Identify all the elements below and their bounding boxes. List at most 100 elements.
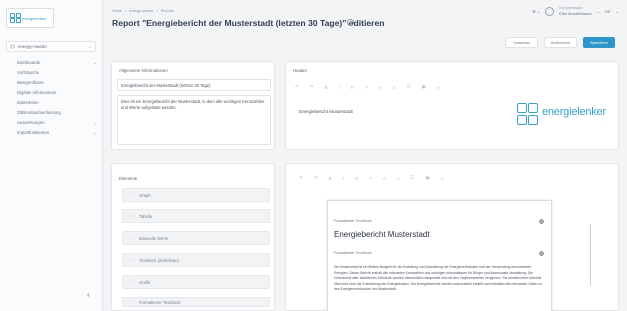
bold-icon[interactable]: B [325, 85, 328, 90]
card-title: Allgemeine Informationen [119, 68, 168, 73]
report-preview: Formatierter Textblock Energiebericht Mu… [327, 200, 552, 311]
preview-body-text[interactable]: Die Musterstadt ist ein fiktives Beispie… [334, 265, 542, 293]
element-label: Graph [139, 192, 151, 198]
user-name: Elke Musterfrauen [559, 11, 592, 16]
element-label: Textblock (Zeilenbau) [139, 257, 179, 263]
sidebar-item-label: Auswertungen [17, 120, 45, 125]
header-editor-card: Header ↶ ↷ B I H T A ≡ ☰ ▣ ∞ Energieberi… [285, 61, 619, 150]
language-selector[interactable]: DE [605, 9, 611, 14]
drag-handle-icon[interactable]: ⋮⋮ [128, 279, 137, 285]
general-info-card: Allgemeine Informationen Energiebericht … [111, 61, 275, 150]
element-label: Manuelle Werte [139, 235, 169, 241]
undo-icon[interactable]: ↶ [295, 84, 299, 90]
report-name-input[interactable]: Energiebericht der Musterstadt (letzten … [117, 79, 271, 91]
align-icon[interactable]: ≡ [397, 176, 400, 181]
sidebar-item-infomonitore[interactable]: Digitale Infomonitore [17, 88, 97, 97]
block-header: Formatierter Textblock [334, 217, 544, 225]
project-selector[interactable]: energy-master ⌄ [6, 41, 96, 52]
user-info: Energiemanager Elke Musterfrauen [559, 6, 591, 16]
sidebar-item-import[interactable]: Importfunktionen ⌄ [17, 128, 97, 137]
chevron-down-icon: ⌄ [596, 8, 601, 14]
sidebar-item-mengenfluesse[interactable]: Mengenflüsse [17, 78, 97, 87]
sidebar-item-label: Mengenflüsse [17, 80, 44, 85]
logo-text: energielenker [22, 15, 47, 21]
redo-icon[interactable]: ↷ [310, 84, 314, 90]
drag-handle-icon[interactable]: ⋮⋮ [128, 213, 137, 219]
user-menu[interactable]: ⚙ ⌄ Energiemanager Elke Musterfrauen ⌄ D… [532, 6, 619, 16]
element-label: Formatierter Textblock [139, 299, 181, 305]
logo-icon [10, 13, 21, 23]
element-textblock[interactable]: ⋮⋮ Textblock (Zeilenbau) [122, 253, 270, 267]
collapse-sidebar-icon[interactable]: ‹ [87, 290, 90, 299]
sidebar-item-label: Digitale Infomonitore [17, 90, 57, 95]
element-label: Grafik [139, 279, 151, 285]
content-editor-card: ↶ ↷ B I H T A ≡ ☰ ▣ ∞ Formatierter Textb… [285, 163, 619, 311]
remove-block-icon[interactable] [539, 218, 544, 224]
sidebar: energielenker energy-master ⌄ Dashboards… [0, 0, 103, 311]
scrollbar[interactable] [589, 224, 591, 286]
brand-name: energielenker [541, 106, 606, 118]
save-button[interactable]: Speichern [583, 37, 615, 48]
element-formatted-textblock[interactable]: ⋮⋮ Formatierter Textblock [122, 297, 270, 307]
color-icon[interactable]: A [383, 176, 386, 181]
element-table[interactable]: ⋮⋮ Tabelle [122, 209, 270, 223]
remove-block-icon[interactable] [539, 250, 544, 256]
image-icon[interactable]: ▣ [426, 175, 430, 181]
list-icon[interactable]: ☰ [411, 175, 415, 181]
editor-toolbar: ↶ ↷ B I H T A ≡ ☰ ▣ ∞ [299, 175, 444, 181]
elements-card: Elemente ⋮⋮ Graph ⋮⋮ Tabelle ⋮⋮ Manuelle We… [111, 163, 275, 311]
list-icon[interactable]: ☰ [407, 84, 411, 90]
drag-handle-icon[interactable]: ⋮⋮ [128, 257, 137, 263]
undo-icon[interactable]: ↶ [299, 175, 303, 181]
sidebar-item-dashboards[interactable]: Dashboards ⌄ [17, 58, 97, 67]
element-manual-values[interactable]: ⋮⋮ Manuelle Werte [122, 231, 270, 245]
color-icon[interactable]: A [379, 85, 382, 90]
breadcrumb-separator: / [156, 9, 158, 13]
redo-icon[interactable]: ↷ [314, 175, 318, 181]
breadcrumb-home[interactable]: Home [112, 9, 122, 13]
editor-toolbar: ↶ ↷ B I H T A ≡ ☰ ▣ ∞ [295, 84, 440, 90]
settings-icon[interactable]: ⚙ ⌄ [532, 9, 540, 14]
drag-handle-icon[interactable]: ⋮⋮ [128, 192, 137, 198]
preview-heading[interactable]: Energiebericht Musterstadt [334, 230, 430, 239]
bold-icon[interactable]: B [329, 176, 332, 181]
image-icon[interactable]: ▣ [422, 84, 426, 90]
breadcrumb-separator: / [125, 9, 127, 13]
app-logo[interactable]: energielenker [6, 8, 54, 28]
link-icon[interactable]: ∞ [441, 176, 444, 181]
link-icon[interactable]: ∞ [437, 85, 440, 90]
chevron-down-icon: ⌄ [93, 119, 97, 125]
heading-icon[interactable]: H [355, 176, 358, 181]
block-header: Formatierter Textblock [334, 249, 544, 257]
breadcrumb-project[interactable]: energy-master [129, 9, 153, 13]
chevron-down-icon: ⌄ [93, 129, 97, 135]
brand-logo: energielenker ... [516, 103, 606, 125]
cancel-button[interactable]: Abbrechen [544, 37, 577, 48]
sidebar-item-datenlisten[interactable]: Datenlisten [17, 98, 97, 107]
header: Home / energy-master / Reports Report "E… [104, 0, 627, 48]
drag-handle-icon[interactable]: ⋮⋮ [128, 299, 137, 305]
page-title: Report "Energiebericht der Musterstadt (… [112, 18, 385, 28]
font-size-icon[interactable]: T [369, 176, 372, 181]
element-graph[interactable]: ⋮⋮ Graph [122, 188, 270, 202]
sidebar-item-auswertungen[interactable]: Auswertungen ⌄ [17, 118, 97, 127]
card-title: Elemente [119, 176, 138, 181]
avatar [545, 6, 555, 16]
info-icon[interactable]: i [347, 19, 354, 26]
element-graphic[interactable]: ⋮⋮ Grafik [122, 275, 270, 289]
align-icon[interactable]: ≡ [393, 85, 396, 90]
italic-icon[interactable]: I [339, 85, 340, 90]
font-size-icon[interactable]: T [365, 85, 368, 90]
sidebar-item-verbraeuche[interactable]: Verbräuche [17, 68, 97, 77]
sidebar-item-zaehlerstand[interactable]: Zählerstandserfassung [17, 108, 97, 117]
breadcrumb-current: Reports [160, 9, 175, 13]
preview-button[interactable]: Vorschau [505, 37, 538, 48]
heading-icon[interactable]: H [351, 85, 354, 90]
sidebar-item-label: Dashboards [17, 60, 41, 65]
logo-icon [516, 103, 539, 125]
drag-handle-icon[interactable]: ⋮⋮ [128, 235, 137, 241]
chevron-down-icon: ⌄ [615, 8, 619, 14]
italic-icon[interactable]: I [343, 176, 344, 181]
report-description-textarea[interactable]: Dies ist ein Energiebericht der Musterst… [117, 95, 271, 145]
header-content-text[interactable]: Energiebericht Musterstadt [299, 109, 353, 114]
